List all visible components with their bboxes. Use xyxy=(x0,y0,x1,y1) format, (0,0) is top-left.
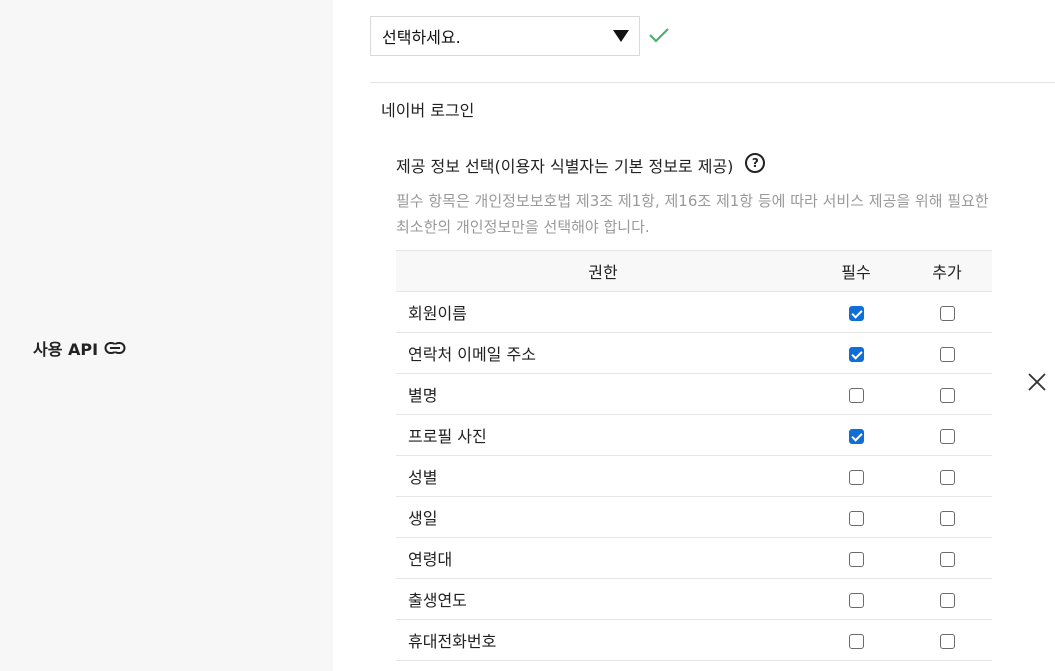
required-checkbox[interactable] xyxy=(848,592,864,608)
permission-name: 출생연도 xyxy=(396,578,810,620)
table-row: 생일 xyxy=(396,496,992,538)
required-checkbox[interactable] xyxy=(848,428,864,444)
api-label-group: 사용 API xyxy=(33,336,128,360)
additional-checkbox[interactable] xyxy=(939,551,955,567)
dropdown-arrow-icon xyxy=(613,30,629,42)
additional-checkbox[interactable] xyxy=(939,510,955,526)
close-icon[interactable] xyxy=(1025,370,1049,394)
permission-table: 권한 필수 추가 회원이름 연락처 이메일 주소 별명 프로필 사진 성별 생일… xyxy=(396,250,992,661)
api-label: 사용 API xyxy=(33,340,99,359)
required-checkbox[interactable] xyxy=(848,346,864,362)
info-title-group: 제공 정보 선택(이용자 식별자는 기본 정보로 제공) ? xyxy=(396,153,766,177)
permission-name: 별명 xyxy=(396,373,810,415)
required-checkbox[interactable] xyxy=(848,305,864,321)
table-row: 회원이름 xyxy=(396,291,992,333)
left-panel: 사용 API xyxy=(0,0,333,671)
info-description: 필수 항목은 개인정보보호법 제3조 제1항, 제16조 제1항 등에 따라 서… xyxy=(396,192,989,236)
permission-name: 프로필 사진 xyxy=(396,414,810,456)
service-select-value: 선택하세요. xyxy=(382,28,461,47)
required-checkbox[interactable] xyxy=(848,387,864,403)
permission-name: 연락처 이메일 주소 xyxy=(396,332,810,374)
header-additional: 추가 xyxy=(902,250,992,292)
required-checkbox[interactable] xyxy=(848,551,864,567)
additional-checkbox[interactable] xyxy=(939,469,955,485)
permission-name: 휴대전화번호 xyxy=(396,619,810,661)
table-header-row: 권한 필수 추가 xyxy=(396,250,992,292)
permission-name: 연령대 xyxy=(396,537,810,579)
check-icon xyxy=(649,28,669,43)
permission-name: 회원이름 xyxy=(396,291,810,333)
link-icon[interactable] xyxy=(104,340,128,356)
table-row: 프로필 사진 xyxy=(396,414,992,456)
service-name: 네이버 로그인 xyxy=(381,101,475,120)
header-required: 필수 xyxy=(810,250,902,292)
permission-name: 성별 xyxy=(396,455,810,497)
table-row: 별명 xyxy=(396,373,992,415)
required-checkbox[interactable] xyxy=(848,469,864,485)
header-permission: 권한 xyxy=(396,250,810,292)
info-title: 제공 정보 선택(이용자 식별자는 기본 정보로 제공) xyxy=(396,157,734,176)
required-checkbox[interactable] xyxy=(848,633,864,649)
additional-checkbox[interactable] xyxy=(939,305,955,321)
table-row: 성별 xyxy=(396,455,992,497)
table-row: 연락처 이메일 주소 xyxy=(396,332,992,374)
table-row: 출생연도 xyxy=(396,578,992,620)
additional-checkbox[interactable] xyxy=(939,592,955,608)
additional-checkbox[interactable] xyxy=(939,633,955,649)
additional-checkbox[interactable] xyxy=(939,428,955,444)
permission-name: 생일 xyxy=(396,496,810,538)
main-panel: 선택하세요. 네이버 로그인 제공 정보 선택(이용자 식별자는 기본 정보로 … xyxy=(333,0,1055,671)
additional-checkbox[interactable] xyxy=(939,346,955,362)
help-icon[interactable]: ? xyxy=(745,153,766,173)
table-row: 휴대전화번호 xyxy=(396,619,992,661)
required-checkbox[interactable] xyxy=(848,510,864,526)
divider xyxy=(370,82,1055,83)
service-select[interactable]: 선택하세요. xyxy=(370,16,640,56)
additional-checkbox[interactable] xyxy=(939,387,955,403)
table-row: 연령대 xyxy=(396,537,992,579)
